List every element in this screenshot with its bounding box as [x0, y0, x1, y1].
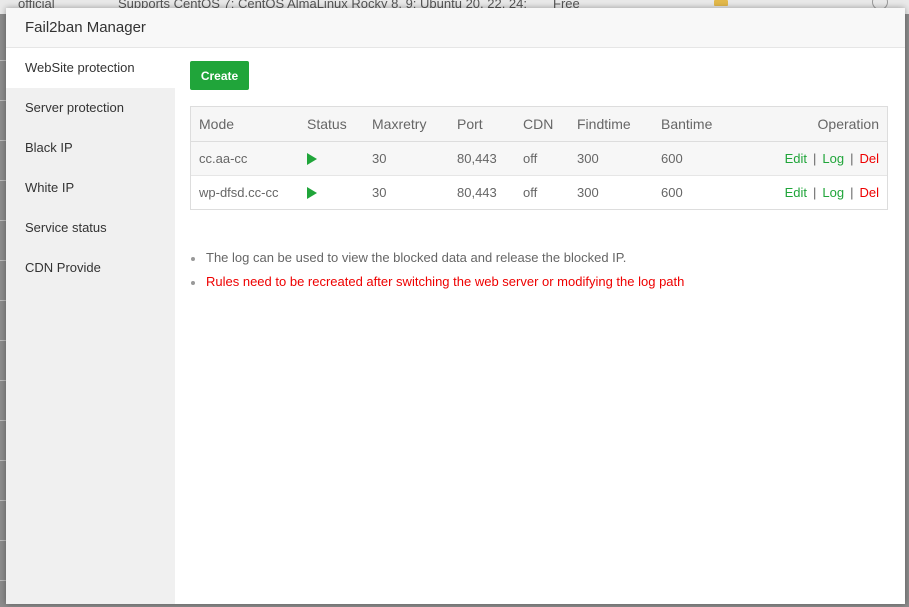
column-header-maxretry: Maxretry	[372, 107, 457, 142]
cell-operation: Edit | Log | Del	[731, 175, 887, 209]
sidebar-item-white-ip[interactable]: White IP	[6, 168, 175, 208]
play-icon[interactable]	[307, 187, 317, 200]
sidebar-item-website-protection[interactable]: WebSite protection	[6, 48, 175, 88]
column-header-port: Port	[457, 107, 523, 142]
note-recreate-rules: Rules need to be recreated after switchi…	[190, 270, 684, 294]
cell-mode: wp-dfsd.cc-cc	[199, 184, 279, 200]
delete-link[interactable]: Del	[859, 185, 879, 200]
sidebar-item-label: Black IP	[25, 140, 73, 155]
sidebar-item-service-status[interactable]: Service status	[6, 208, 175, 248]
separator: |	[850, 184, 854, 200]
sidebar-item-label: Server protection	[25, 100, 124, 115]
edit-link[interactable]: Edit	[785, 151, 807, 166]
cell-operation: Edit | Log | Del	[731, 141, 887, 176]
note-log-usage: The log can be used to view the blocked …	[190, 246, 684, 270]
sidebar-item-label: WebSite protection	[25, 60, 135, 75]
column-header-status: Status	[307, 107, 372, 142]
cell-cdn: off	[523, 141, 577, 176]
table-header-row: Mode Status Maxretry Port CDN Findtime B…	[191, 107, 887, 142]
cell-bantime: 600	[661, 141, 731, 176]
log-link[interactable]: Log	[822, 151, 844, 166]
separator: |	[813, 150, 817, 166]
sidebar-item-server-protection[interactable]: Server protection	[6, 88, 175, 128]
cell-port: 80,443	[457, 184, 497, 200]
column-header-mode: Mode	[191, 107, 307, 142]
cell-maxretry: 30	[372, 184, 387, 200]
cell-status	[307, 175, 372, 209]
fail2ban-dialog: Fail2ban Manager WebSite protection Serv…	[6, 8, 905, 604]
cell-cdn: off	[523, 184, 538, 200]
table-row: wp-dfsd.cc-cc 30 80,443 off 300 600 Edit…	[191, 175, 887, 209]
sidebar-item-cdn-provide[interactable]: CDN Provide	[6, 248, 175, 288]
folder-icon	[714, 0, 728, 6]
cell-maxretry: 30	[372, 141, 457, 176]
dialog-title: Fail2ban Manager	[25, 19, 146, 36]
cell-findtime: 300	[577, 184, 599, 200]
log-link[interactable]: Log	[822, 185, 844, 200]
sidebar-item-label: CDN Provide	[25, 260, 101, 275]
sidebar-item-label: White IP	[25, 180, 75, 195]
cell-findtime: 300	[577, 141, 661, 176]
column-header-bantime: Bantime	[661, 107, 731, 142]
help-notes: The log can be used to view the blocked …	[190, 246, 684, 294]
create-button[interactable]: Create	[190, 61, 249, 90]
edit-link[interactable]: Edit	[785, 185, 807, 200]
dialog-header: Fail2ban Manager	[6, 8, 905, 48]
delete-link[interactable]: Del	[859, 151, 879, 166]
column-header-operation: Operation	[731, 107, 887, 142]
sidebar-item-black-ip[interactable]: Black IP	[6, 128, 175, 168]
column-header-cdn: CDN	[523, 107, 577, 142]
cell-port: 80,443	[457, 141, 523, 176]
play-icon[interactable]	[307, 153, 317, 166]
column-header-findtime: Findtime	[577, 107, 661, 142]
separator: |	[813, 184, 817, 200]
rules-table: Mode Status Maxretry Port CDN Findtime B…	[190, 106, 888, 210]
cell-mode: cc.aa-cc	[191, 141, 307, 176]
table-row: cc.aa-cc 30 80,443 off 300 600 Edit | Log |…	[191, 141, 887, 176]
separator: |	[850, 150, 854, 166]
sidebar-item-label: Service status	[25, 220, 107, 235]
cell-status	[307, 141, 372, 176]
main-content: Create Mode Status Maxretry Port CDN Fin…	[175, 48, 905, 604]
sidebar: WebSite protection Server protection Bla…	[6, 48, 175, 604]
cell-bantime: 600	[661, 184, 683, 200]
